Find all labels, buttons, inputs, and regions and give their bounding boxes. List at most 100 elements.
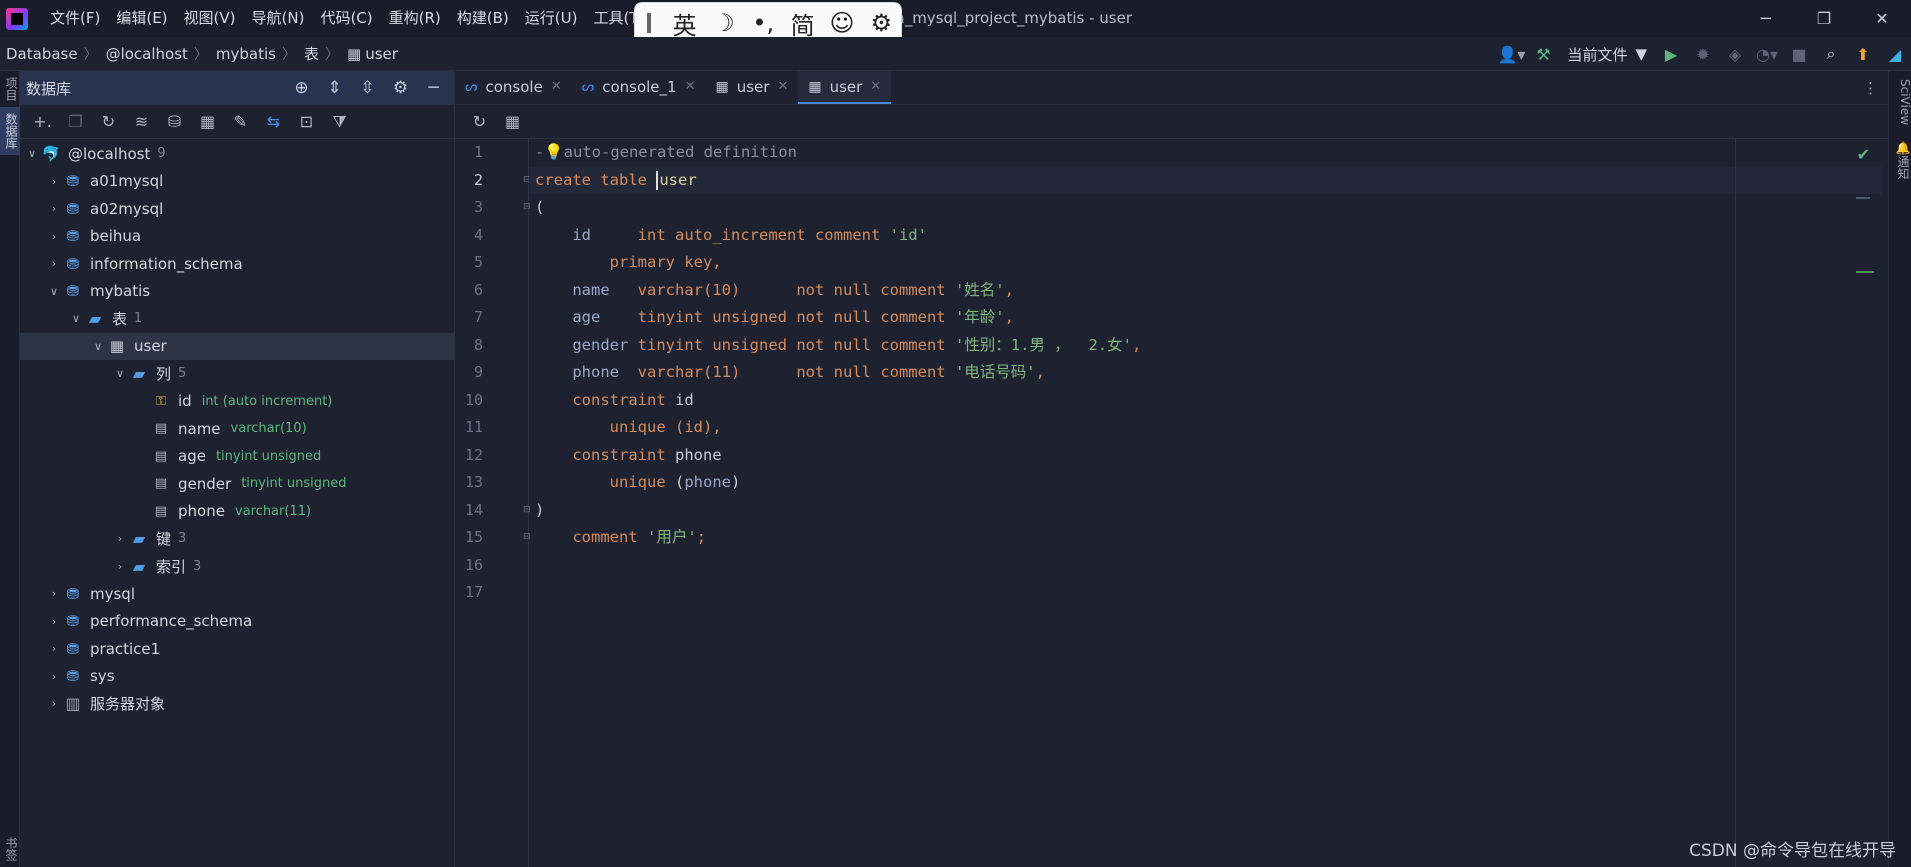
tree-node-database[interactable]: ∨ ⛃ mybatis — [20, 278, 454, 306]
tab-console[interactable]: ᔕ console ✕ — [455, 71, 572, 104]
tree-node-index-folder[interactable]: › ▰ 索引 3 — [20, 553, 454, 581]
chevron-right-icon[interactable]: › — [46, 175, 62, 188]
close-icon[interactable]: ✕ — [777, 79, 788, 94]
menu-refactor[interactable]: 重构(R) — [381, 0, 449, 37]
debug-icon[interactable]: ✹ — [1687, 45, 1719, 64]
fold-marker-icon[interactable]: ⊟ — [523, 505, 531, 515]
tree-node-database[interactable]: › ⛃ beihua — [20, 223, 454, 251]
build-hammer-icon[interactable]: ⚒ — [1527, 45, 1559, 64]
menu-build[interactable]: 构建(B) — [449, 0, 517, 37]
tree-node-host[interactable]: ∨ 🐬 @localhost 9 — [20, 140, 454, 168]
ime-settings-icon[interactable]: ⚙ — [862, 9, 901, 37]
copy-icon[interactable]: ❐ — [59, 112, 92, 131]
chevron-right-icon[interactable]: › — [112, 560, 128, 573]
query-console-icon[interactable]: ⊡ — [290, 112, 323, 131]
run-icon[interactable]: ▶ — [1655, 45, 1687, 64]
jump-icon[interactable]: ⇆ — [257, 112, 290, 131]
stop-icon[interactable]: ■ — [1783, 45, 1815, 64]
menu-view[interactable]: 视图(V) — [176, 0, 244, 37]
tree-node-database[interactable]: › ⛃ information_schema — [20, 250, 454, 278]
chevron-down-icon[interactable]: ∨ — [90, 340, 106, 353]
breadcrumb-table[interactable]: ▦ user — [341, 45, 402, 63]
table-view-icon[interactable]: ▦ — [191, 112, 224, 131]
filter-icon[interactable]: ⧩ — [323, 112, 356, 132]
database-tool-tab[interactable]: 数据库 — [0, 107, 20, 155]
tree-node-database[interactable]: › ⛃ practice1 — [20, 635, 454, 663]
breadcrumb-host[interactable]: @localhost — [100, 45, 192, 63]
fold-marker-icon[interactable]: ⊟ — [523, 532, 531, 542]
menu-edit[interactable]: 编辑(E) — [108, 0, 175, 37]
tree-node-database[interactable]: › ⛃ sys — [20, 663, 454, 691]
breadcrumb-schema[interactable]: mybatis — [210, 45, 280, 63]
tree-node-database[interactable]: › ⛃ a01mysql — [20, 168, 454, 196]
add-icon[interactable]: +. — [26, 112, 59, 131]
plugin-icon[interactable]: ◢ — [1879, 45, 1911, 64]
minimize-button[interactable]: ─ — [1737, 0, 1795, 37]
data-source-icon[interactable]: ⛁ — [158, 112, 191, 131]
chevron-right-icon[interactable]: › — [46, 230, 62, 243]
chevron-down-icon[interactable]: ∨ — [112, 367, 128, 380]
ime-drag-handle[interactable] — [647, 13, 651, 33]
sync-schema-icon[interactable]: ≋ — [125, 112, 158, 131]
bookmarks-tool-tab[interactable]: 书签 — [0, 831, 20, 867]
collapse-all-icon[interactable]: ⇳ — [351, 78, 384, 98]
breadcrumb-tables[interactable]: 表 — [298, 43, 323, 64]
chevron-down-icon[interactable]: ∨ — [68, 312, 84, 325]
menu-navigate[interactable]: 导航(N) — [244, 0, 313, 37]
fold-marker-icon[interactable]: ⊟ — [523, 202, 531, 212]
refresh-icon[interactable]: ↻ — [463, 112, 496, 131]
hide-panel-icon[interactable]: ─ — [417, 78, 450, 98]
chevron-right-icon[interactable]: › — [46, 670, 62, 683]
tree-node-column[interactable]: ▤ name varchar(10) — [20, 415, 454, 443]
chevron-right-icon[interactable]: › — [46, 587, 62, 600]
coverage-icon[interactable]: ◈ — [1719, 45, 1751, 64]
sciview-tool-tab[interactable]: SciView — [1889, 71, 1911, 133]
tree-node-database[interactable]: › ⛃ mysql — [20, 580, 454, 608]
search-icon[interactable]: ⌕ — [1815, 44, 1847, 64]
project-tool-tab[interactable]: 项目 — [0, 71, 20, 107]
tree-node-column[interactable]: ▤ age tinyint unsigned — [20, 443, 454, 471]
menu-run[interactable]: 运行(U) — [517, 0, 586, 37]
run-configuration-select[interactable]: 当前文件 ▼ — [1559, 44, 1655, 65]
tree-node-database[interactable]: › ⛃ performance_schema — [20, 608, 454, 636]
profile-icon[interactable]: ◔▾ — [1751, 45, 1783, 64]
tree-node-database[interactable]: › ⛃ a02mysql — [20, 195, 454, 223]
tree-node-tables-folder[interactable]: ∨ ▰ 表 1 — [20, 305, 454, 333]
tab-user-ddl[interactable]: ▦ user ✕ — [798, 71, 892, 104]
close-icon[interactable]: ✕ — [870, 79, 881, 94]
ime-script-toggle[interactable]: 简 — [783, 6, 822, 41]
ime-emoji-icon[interactable]: ☺ — [822, 9, 861, 37]
ime-punctuation-toggle[interactable]: •, — [744, 9, 783, 37]
chevron-right-icon[interactable]: › — [46, 202, 62, 215]
tab-console-1[interactable]: ᔕ console_1 ✕ — [572, 71, 706, 104]
close-icon[interactable]: ✕ — [551, 79, 562, 94]
close-window-button[interactable]: ✕ — [1853, 0, 1911, 37]
no-problems-check-icon[interactable]: ✔ — [1857, 145, 1870, 164]
ime-language-toggle[interactable]: 英 — [665, 6, 704, 41]
chevron-right-icon[interactable]: › — [46, 642, 62, 655]
code-editor[interactable]: 1 2 3 4 5 6 7 8 9 10 11 12 13 14 15 16 1… — [455, 139, 1888, 867]
tree-node-columns-folder[interactable]: ∨ ▰ 列 5 — [20, 360, 454, 388]
edit-icon[interactable]: ✎ — [224, 112, 257, 131]
close-icon[interactable]: ✕ — [685, 79, 696, 94]
gear-icon[interactable]: ⚙ — [384, 78, 417, 98]
table-view-icon[interactable]: ▦ — [496, 112, 529, 131]
user-account-icon[interactable]: 👤▾ — [1495, 45, 1527, 64]
tree-node-keys-folder[interactable]: › ▰ 键 3 — [20, 525, 454, 553]
chevron-right-icon[interactable]: › — [46, 257, 62, 270]
restore-button[interactable]: ❐ — [1795, 0, 1853, 37]
more-options-icon[interactable]: ⋮ — [1863, 71, 1878, 105]
tab-user-data[interactable]: ▦ user ✕ — [705, 71, 798, 104]
notifications-tool-tab[interactable]: 🔔通知 — [1889, 133, 1911, 188]
tree-node-table[interactable]: ∨ ▦ user — [20, 332, 454, 360]
chevron-right-icon[interactable]: › — [112, 532, 128, 545]
menu-file[interactable]: 文件(F) — [42, 0, 108, 37]
lightbulb-icon[interactable]: 💡 — [544, 143, 563, 161]
chevron-down-icon[interactable]: ∨ — [24, 147, 40, 160]
tree-node-column[interactable]: ▤ gender tinyint unsigned — [20, 470, 454, 498]
target-icon[interactable]: ⊕ — [285, 78, 318, 98]
chevron-right-icon[interactable]: › — [46, 697, 62, 710]
tree-node-server-objects[interactable]: › ▥ 服务器对象 — [20, 690, 454, 718]
refresh-icon[interactable]: ↻ — [92, 112, 125, 131]
update-icon[interactable]: ⬆ — [1847, 45, 1879, 64]
